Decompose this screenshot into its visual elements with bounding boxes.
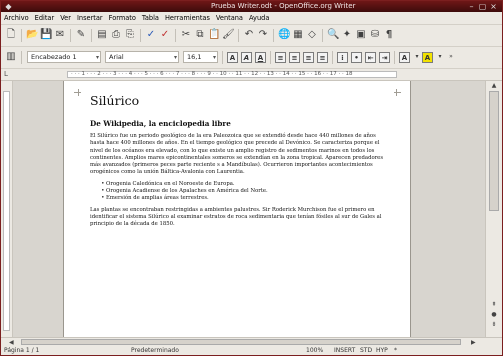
numbering-icon[interactable]: ⁝ [337, 52, 348, 63]
menu-ventana[interactable]: Ventana [213, 12, 246, 24]
document-page[interactable]: Silúrico De Wikipedia, la enciclopedia l… [63, 81, 411, 339]
decrease-indent-icon[interactable]: ⇤ [365, 52, 376, 63]
open-icon[interactable]: 📂 [26, 29, 38, 41]
table-icon[interactable]: ▦ [292, 29, 304, 41]
gallery-icon[interactable]: ▣ [355, 29, 367, 41]
font-name-value: Arial [109, 53, 124, 61]
autospell-icon[interactable]: ✓ [159, 29, 171, 41]
data-sources-icon[interactable]: ⛁ [369, 29, 381, 41]
list-item[interactable]: Orogenia Caledónica en el Noroeste de Eu… [106, 181, 390, 188]
email-icon[interactable]: ✉ [54, 29, 66, 41]
new-document-icon[interactable]: 🗋 [5, 29, 17, 41]
increase-indent-icon[interactable]: ⇥ [379, 52, 390, 63]
modified-indicator: * [394, 347, 397, 354]
page-count[interactable]: Página 1 / 1 [4, 346, 39, 355]
tab-stop-icon[interactable]: L [4, 69, 8, 80]
paragraph-style-select[interactable]: Encabezado 1 ▾ [27, 51, 101, 63]
print-preview-icon[interactable]: ⎘ [124, 29, 136, 41]
italic-icon[interactable]: A [241, 52, 252, 63]
close-icon[interactable]: × [489, 2, 498, 11]
minimize-icon[interactable]: – [467, 2, 476, 11]
vertical-ruler[interactable] [1, 81, 13, 337]
export-pdf-icon[interactable]: ▤ [96, 29, 108, 41]
hyperlink-icon[interactable]: 🌐 [278, 29, 290, 41]
window-title: Prueba Writer.odt - OpenOffice.org Write… [211, 2, 356, 10]
print-icon[interactable]: ⎙ [110, 29, 122, 41]
cut-icon[interactable]: ✂ [180, 29, 192, 41]
justify-icon[interactable]: ≡ [317, 52, 328, 63]
previous-page-icon[interactable]: ⇞ [489, 301, 499, 309]
edit-file-icon[interactable]: ✎ [75, 29, 87, 41]
zoom-level[interactable]: 100% [306, 346, 323, 355]
font-size-select[interactable]: 16,1 ▾ [183, 51, 218, 63]
document-title[interactable]: Silúrico [90, 93, 390, 109]
menu-formato[interactable]: Formato [106, 12, 139, 24]
align-center-icon[interactable]: ≡ [289, 52, 300, 63]
navigator-icon[interactable]: ✦ [341, 29, 353, 41]
insert-mode[interactable]: INSERT [334, 346, 355, 355]
spellcheck-icon[interactable]: ✓ [145, 29, 157, 41]
align-left-icon[interactable]: ≡ [275, 52, 286, 63]
page-style[interactable]: Predeterminado [131, 346, 179, 355]
redo-icon[interactable]: ↷ [257, 29, 269, 41]
vertical-scrollbar[interactable]: ▲ ⇞ ● ⇟ [485, 81, 502, 337]
paste-icon[interactable]: 📋 [208, 29, 220, 41]
find-replace-icon[interactable]: 🔍 [327, 29, 339, 41]
menu-ver[interactable]: Ver [57, 12, 74, 24]
selection-mode[interactable]: STD [360, 346, 372, 355]
formatting-toolbar: ▥ Encabezado 1 ▾ Arial ▾ 16,1 ▾ A A A ≡ ≡ ≡… [1, 47, 502, 69]
horizontal-ruler[interactable]: L · · · 1 · · · 2 · · · 3 · · · 4 · · · … [1, 69, 502, 81]
bullet-list: Orogenia Caledónica en el Noroeste de Eu… [90, 181, 390, 203]
hyperlink-mode[interactable]: HYP [376, 346, 388, 355]
menu-bar: Archivo Editar Ver Insertar Formato Tabla Herr… [1, 12, 502, 25]
paragraph-style-value: Encabezado 1 [31, 53, 77, 61]
horizontal-scroll-thumb[interactable] [21, 339, 461, 345]
save-icon[interactable]: 💾 [40, 29, 52, 41]
status-bar: Página 1 / 1 Predeterminado 100% INSERT … [1, 346, 502, 355]
font-color-icon[interactable]: A [399, 52, 410, 63]
document-subtitle[interactable]: De Wikipedia, la enciclopedia libre [90, 119, 390, 129]
document-area: Silúrico De Wikipedia, la enciclopedia l… [13, 81, 485, 339]
navigation-icon[interactable]: ● [489, 311, 499, 319]
paragraph-1[interactable]: El Silúrico fue un periodo geológico de … [90, 133, 390, 177]
menu-archivo[interactable]: Archivo [1, 12, 32, 24]
copy-icon[interactable]: ⧉ [194, 29, 206, 41]
align-right-icon[interactable]: ≡ [303, 52, 314, 63]
paragraph-2[interactable]: Las plantas se encontraban restringidas … [90, 207, 390, 229]
maximize-icon[interactable]: ▢ [478, 2, 487, 11]
toolbar-overflow-icon[interactable]: » [445, 51, 457, 63]
bullets-icon[interactable]: • [351, 52, 362, 63]
formatting-marks-icon[interactable]: ¶ [383, 29, 395, 41]
underline-icon[interactable]: A [255, 52, 266, 63]
show-draw-icon[interactable]: ◇ [306, 29, 318, 41]
menu-ayuda[interactable]: Ayuda [246, 12, 272, 24]
document-content[interactable]: Silúrico De Wikipedia, la enciclopedia l… [90, 93, 390, 229]
clone-format-icon[interactable]: 🖌 [222, 29, 235, 41]
window-menu-icon[interactable]: ◆ [4, 2, 13, 11]
highlight-icon[interactable]: A [422, 52, 433, 63]
undo-icon[interactable]: ↶ [243, 29, 255, 41]
bold-icon[interactable]: A [227, 52, 238, 63]
menu-editar[interactable]: Editar [32, 12, 58, 24]
menu-tabla[interactable]: Tabla [139, 12, 162, 24]
vertical-scroll-thumb[interactable] [489, 91, 499, 211]
styles-formatting-icon[interactable]: ▥ [5, 51, 17, 63]
standard-toolbar: 🗋 📂 💾 ✉ ✎ ▤ ⎙ ⎘ ✓ ✓ ✂ ⧉ 📋 🖌 ↶ ↷ 🌐 ▦ ◇ 🔍 … [1, 25, 502, 47]
scroll-up-icon[interactable]: ▲ [489, 82, 499, 90]
menu-herramientas[interactable]: Herramientas [162, 12, 213, 24]
menu-insertar[interactable]: Insertar [74, 12, 106, 24]
app-window: ◆ Prueba Writer.odt - OpenOffice.org Wri… [0, 0, 503, 356]
next-page-icon[interactable]: ⇟ [489, 321, 499, 329]
font-size-value: 16,1 [187, 53, 202, 61]
title-bar: ◆ Prueba Writer.odt - OpenOffice.org Wri… [1, 1, 502, 12]
list-item[interactable]: Emersión de amplias áreas terrestres. [106, 195, 390, 202]
font-name-select[interactable]: Arial ▾ [105, 51, 179, 63]
ruler-marks: · · · 1 · · · 2 · · · 3 · · · 4 · · · 5 … [71, 71, 353, 77]
